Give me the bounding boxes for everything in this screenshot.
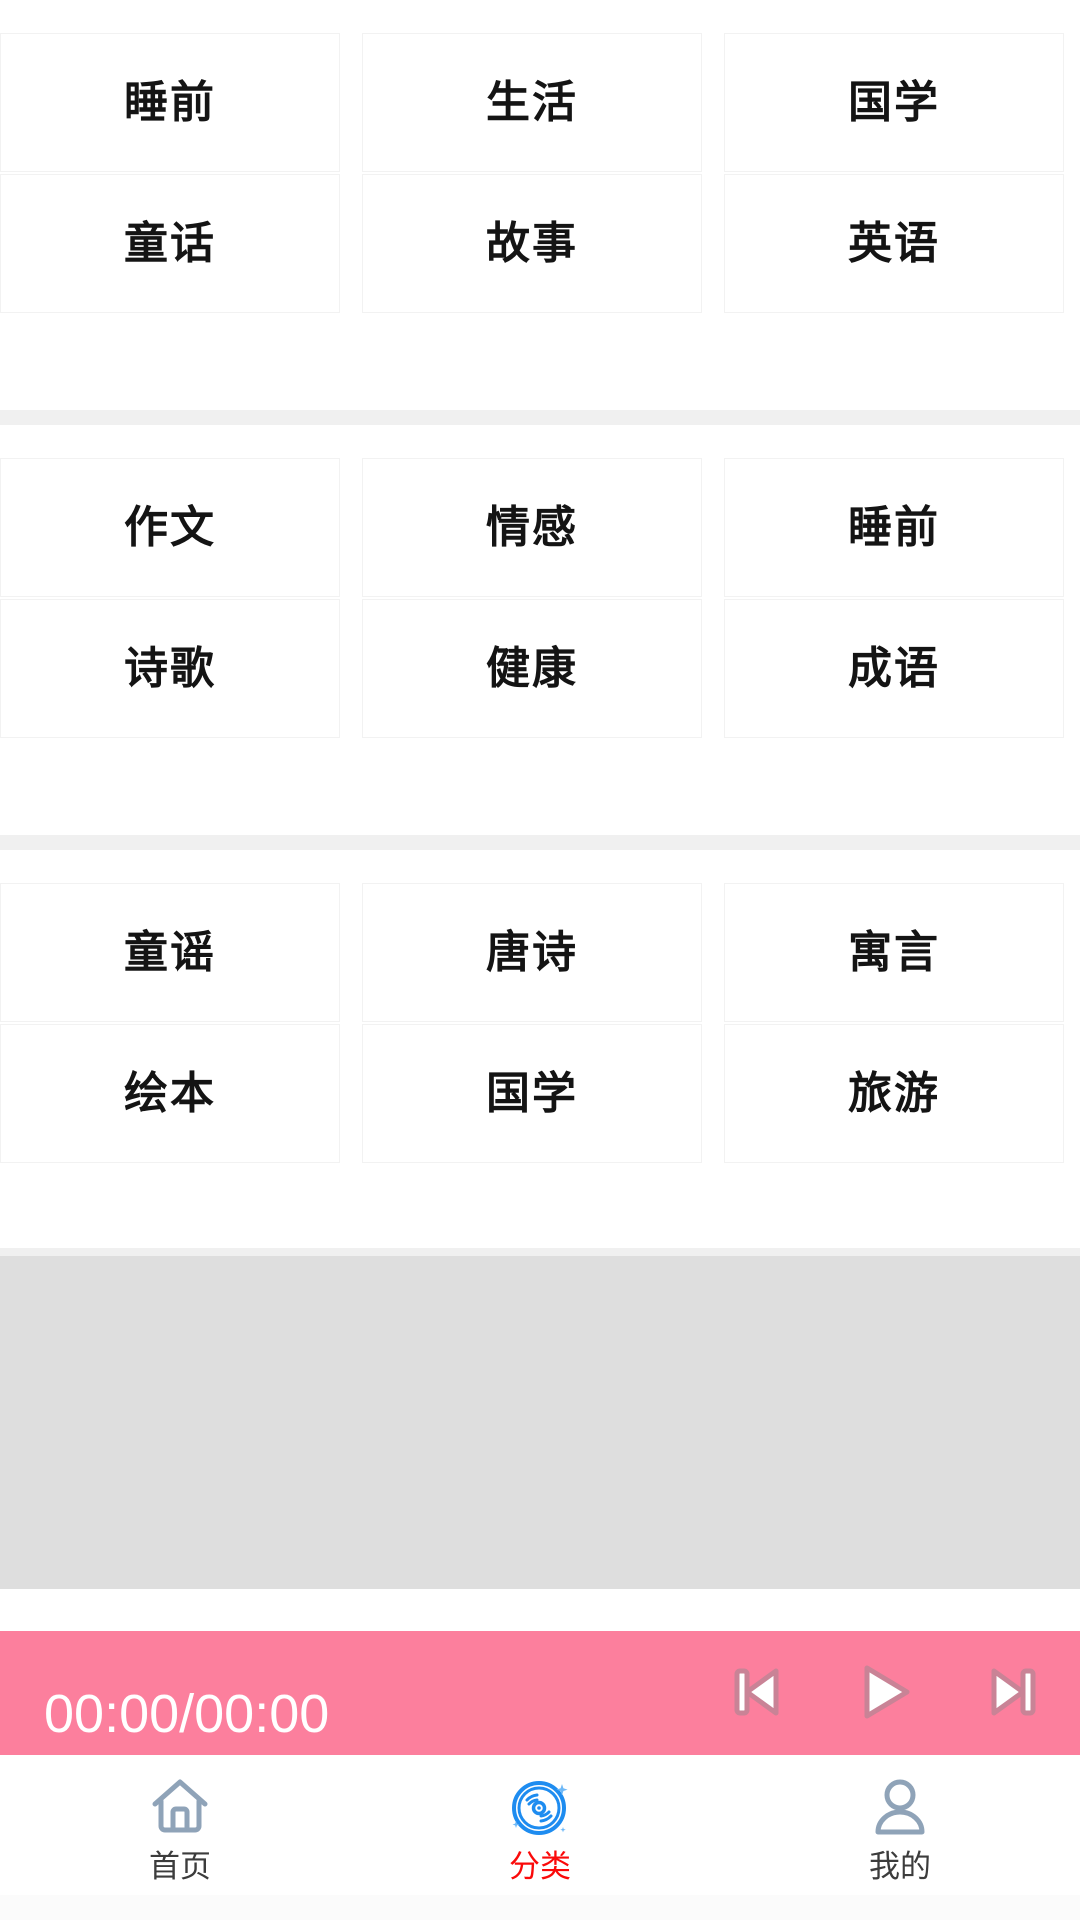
category-card[interactable]: 生活 [362, 33, 702, 172]
category-card[interactable]: 童话 [0, 174, 340, 313]
player-controls [726, 1661, 1044, 1723]
empty-placeholder-area [0, 1256, 1080, 1589]
category-card-label: 童话 [124, 218, 216, 268]
category-grid-1: 睡前 生活 国学 童话 故事 英语 [0, 33, 1080, 313]
home-icon [144, 1771, 216, 1843]
tab-home-label: 首页 [149, 1849, 211, 1884]
category-card-label: 情感 [486, 502, 578, 552]
category-card[interactable]: 故事 [362, 174, 702, 313]
tabbar-bottom-safe-area [0, 1895, 1080, 1920]
tab-category-label: 分类 [509, 1849, 571, 1884]
category-grid-3: 童谣 唐诗 寓言 绘本 国学 旅游 [0, 883, 1080, 1163]
category-card[interactable]: 诗歌 [0, 599, 340, 738]
category-card-label: 旅游 [848, 1068, 940, 1118]
section-2-bottom-padding [0, 738, 1080, 835]
category-card-label: 生活 [486, 77, 578, 127]
category-card-label: 英语 [848, 218, 940, 268]
category-card-label: 故事 [486, 218, 578, 268]
category-card[interactable]: 情感 [362, 458, 702, 597]
category-card[interactable]: 健康 [362, 599, 702, 738]
previous-track-icon [734, 1668, 779, 1716]
category-card[interactable]: 国学 [724, 33, 1064, 172]
category-card[interactable]: 绘本 [0, 1024, 340, 1163]
section-3-bottom-padding [0, 1163, 1080, 1248]
section-divider-1 [0, 410, 1080, 425]
bottom-tab-bar: 首页 分类 我的 [0, 1755, 1080, 1895]
tab-profile-label: 我的 [869, 1849, 931, 1884]
tab-profile[interactable]: 我的 [720, 1755, 1080, 1895]
category-card[interactable]: 睡前 [724, 458, 1064, 597]
mini-player-bar[interactable]: 00:00/00:00 [0, 1631, 1080, 1755]
category-card[interactable]: 国学 [362, 1024, 702, 1163]
section-1-bottom-padding [0, 313, 1080, 410]
category-card-label: 国学 [486, 1068, 578, 1118]
tab-home[interactable]: 首页 [0, 1755, 360, 1895]
category-card-label: 唐诗 [486, 927, 578, 977]
category-card-label: 国学 [848, 77, 940, 127]
category-scroll-content[interactable]: 睡前 生活 国学 童话 故事 英语 作文 情感 睡前 诗歌 健康 成语 童谣 唐… [0, 0, 1080, 1630]
play-button[interactable] [854, 1661, 916, 1723]
previous-track-button[interactable] [726, 1661, 788, 1723]
player-time-label: 00:00/00:00 [44, 1684, 330, 1744]
category-card-label: 睡前 [124, 77, 216, 127]
category-card-label: 诗歌 [124, 643, 216, 693]
category-card[interactable]: 旅游 [724, 1024, 1064, 1163]
next-track-button[interactable] [982, 1661, 1044, 1723]
section-1-top-padding [0, 0, 1080, 33]
category-section-1: 睡前 生活 国学 童话 故事 英语 [0, 33, 1080, 313]
category-card[interactable]: 寓言 [724, 883, 1064, 1022]
section-divider-3 [0, 1248, 1080, 1256]
section-3-top-padding [0, 850, 1080, 883]
play-icon [864, 1665, 910, 1719]
category-card-label: 健康 [486, 643, 578, 693]
category-card-label: 睡前 [848, 502, 940, 552]
tab-category[interactable]: 分类 [360, 1755, 720, 1895]
category-card[interactable]: 成语 [724, 599, 1064, 738]
category-card-label: 绘本 [124, 1068, 216, 1118]
category-card-label: 作文 [124, 502, 216, 552]
category-card[interactable]: 睡前 [0, 33, 340, 172]
section-divider-2 [0, 835, 1080, 850]
category-card-label: 寓言 [848, 927, 940, 977]
category-card[interactable]: 英语 [724, 174, 1064, 313]
profile-person-icon [864, 1771, 936, 1843]
category-section-2: 作文 情感 睡前 诗歌 健康 成语 [0, 458, 1080, 738]
category-card-label: 成语 [848, 643, 940, 693]
category-card[interactable]: 作文 [0, 458, 340, 597]
category-page: 睡前 生活 国学 童话 故事 英语 作文 情感 睡前 诗歌 健康 成语 童谣 唐… [0, 0, 1080, 1920]
category-card[interactable]: 童谣 [0, 883, 340, 1022]
next-track-icon [991, 1668, 1036, 1716]
category-card-label: 童谣 [124, 927, 216, 977]
category-grid-2: 作文 情感 睡前 诗歌 健康 成语 [0, 458, 1080, 738]
category-section-3: 童谣 唐诗 寓言 绘本 国学 旅游 [0, 883, 1080, 1163]
section-2-top-padding [0, 425, 1080, 458]
category-card[interactable]: 唐诗 [362, 883, 702, 1022]
category-record-icon [504, 1771, 576, 1843]
